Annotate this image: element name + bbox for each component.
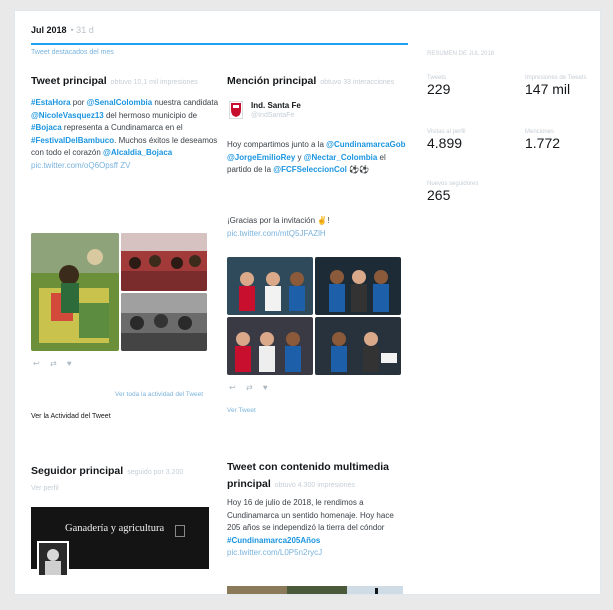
tweet-link[interactable]: #Cundinamarca205Años (227, 536, 320, 545)
top-mention-photo-2[interactable] (315, 257, 401, 315)
analytics-card: Jul 2018 • 31 d Tweet destacados del mes … (14, 10, 601, 595)
top-follower-sub[interactable]: Ver perfil (31, 485, 59, 492)
stat-impressions: Impresiones de Tweets 147 mil (525, 75, 587, 97)
top-mention-text: Hoy compartimos junto a la @Cundinamarca… (227, 139, 407, 177)
team-photo-image (227, 257, 313, 315)
tweet-link[interactable]: #Bojaca (31, 123, 62, 132)
tweet-text-segment: del hermoso municipio de (103, 110, 198, 120)
header-divider (31, 43, 408, 45)
tweet-link[interactable]: @JorgeEmilioRey (227, 153, 295, 162)
top-mention-photo-1[interactable] (227, 257, 313, 315)
tweet-link[interactable]: #EstaHora (31, 98, 71, 107)
tweet-text-segment: ⚽⚽ (346, 165, 370, 175)
heart-icon[interactable]: ♥ (263, 383, 268, 392)
top-tweet-photo-2[interactable] (121, 233, 207, 291)
top-mention-thanks: ¡Gracias por la invitación ✌! (227, 216, 330, 225)
media-strip-image (227, 586, 403, 594)
heart-icon[interactable]: ♥ (67, 359, 72, 368)
top-media-meta: obtuvo 4.300 impresiones (274, 482, 355, 489)
top-mention-photo-3[interactable] (227, 317, 313, 375)
santa-fe-avatar[interactable] (229, 101, 243, 119)
tweet-text-segment: Hoy compartimos junto a la (227, 140, 327, 149)
stat-mentions: Menciones 1.772 (525, 129, 560, 151)
crowd-image (121, 233, 207, 291)
top-tweet-actions: ↩ ⇄ ♥ (33, 359, 72, 368)
top-mention-title: Mención principal obtuvo 33 interacciones (227, 75, 407, 87)
retweet-icon[interactable]: ⇄ (50, 359, 57, 368)
stat-new-followers: Nuevos seguidores 265 (427, 181, 478, 203)
top-tweet-photo-1[interactable] (31, 233, 119, 351)
tweet-text-segment: Hoy 16 de julio de 2018, le rendimos a C… (227, 498, 394, 533)
tweet-text-segment: por (70, 98, 87, 107)
top-mention-title-text: Mención principal (227, 75, 317, 87)
top-mention-meta: obtuvo 33 interacciones (320, 79, 395, 86)
top-media-text: Hoy 16 de julio de 2018, le rendimos a C… (227, 497, 405, 560)
top-follower-title: Seguidor principal seguido por 3.200 (31, 465, 221, 477)
tweet-text-segment: y (295, 152, 304, 162)
tweet-link[interactable]: @Nectar_Colombia (304, 153, 378, 162)
bambuco-dancer-image (31, 233, 119, 351)
top-tweet-title: Tweet principal obtuvo 10,1 mil impresion… (31, 75, 221, 87)
reply-icon[interactable]: ↩ (229, 383, 236, 392)
signing-image (315, 317, 401, 375)
banner-text: Ganadería y agricultura (65, 523, 165, 534)
tweet-link[interactable]: @SenalColombia (87, 98, 153, 107)
top-tweet-activity-footer[interactable]: Ver la Actividad del Tweet (31, 413, 111, 420)
tweet-link[interactable]: @Alcaldia_Bojaca (103, 148, 172, 157)
top-tweet-url[interactable]: pic.twitter.com/oQ6Opsff ZV (31, 161, 130, 170)
fans-image (227, 317, 313, 375)
top-tweet-meta: obtuvo 10,1 mil impresiones (110, 79, 198, 86)
stat-tweets-value: 229 (427, 81, 451, 97)
tweet-link[interactable]: #FestivalDelBambuco (31, 136, 114, 145)
tweet-text-segment: nuestra candidata (152, 98, 219, 107)
header-subtitle: Tweet destacados del mes (31, 49, 114, 56)
top-mention-text-2: ¡Gracias por la invitación ✌! pic.twitte… (227, 215, 407, 240)
top-tweet-activity-link[interactable]: Ver toda la actividad del Tweet (115, 391, 203, 398)
tweet-link[interactable]: @FCFSeleccionCol (273, 165, 347, 174)
stat-profile-visits-value: 4.899 (427, 135, 463, 151)
month-suffix: • 31 d (70, 25, 94, 35)
top-follower-avatar[interactable] (37, 541, 69, 577)
banner-logo-icon (175, 525, 185, 537)
tweet-text-segment: representa a Cundinamarca en el (61, 123, 183, 133)
players-image (315, 257, 401, 315)
top-media-photo-strip[interactable] (227, 583, 403, 594)
top-tweet-photo-3[interactable] (121, 293, 207, 351)
retweet-icon[interactable]: ⇄ (246, 383, 253, 392)
stat-new-followers-value: 265 (427, 187, 451, 203)
stat-impressions-value: 147 mil (525, 81, 571, 97)
top-tweet-title-text: Tweet principal (31, 75, 107, 87)
top-mention-handle: @IndSantaFe (251, 112, 295, 119)
tweet-link[interactable]: @CundinamarcaGob (326, 140, 405, 149)
top-mention-actions: ↩ ⇄ ♥ (229, 383, 268, 392)
reply-icon[interactable]: ↩ (33, 359, 40, 368)
top-mention-activity-link[interactable]: Ver Tweet (227, 407, 256, 414)
top-media-title: Tweet con contenido multimedia principal… (227, 459, 403, 494)
top-mention-url[interactable]: pic.twitter.com/mtQ5JFAZlH (227, 229, 326, 238)
stat-profile-visits: Visitas al perfil 4.899 (427, 129, 466, 151)
top-mention-account-name[interactable]: Ind. Santa Fe (251, 101, 301, 110)
top-follower-meta: seguido por 3.200 (127, 469, 184, 476)
stats-heading: RESUMEN DE JUL 2018 (427, 51, 495, 57)
stat-tweets: Tweets 229 (427, 75, 450, 97)
crowd-bw-image (121, 293, 207, 351)
month-heading: Jul 2018 • 31 d (31, 25, 94, 35)
top-media-url[interactable]: pic.twitter.com/L0P5n2rycJ (227, 548, 322, 557)
follower-portrait-image (39, 543, 67, 575)
tweet-link[interactable]: @NicoleVasquez13 (31, 111, 104, 120)
stat-mentions-value: 1.772 (525, 135, 561, 151)
top-tweet-text: #EstaHora por @SenalColombia nuestra can… (31, 97, 221, 173)
month-label: Jul 2018 (31, 25, 67, 35)
santa-fe-shield-icon (231, 103, 241, 117)
top-follower-title-text: Seguidor principal (31, 465, 124, 477)
top-mention-photo-4[interactable] (315, 317, 401, 375)
